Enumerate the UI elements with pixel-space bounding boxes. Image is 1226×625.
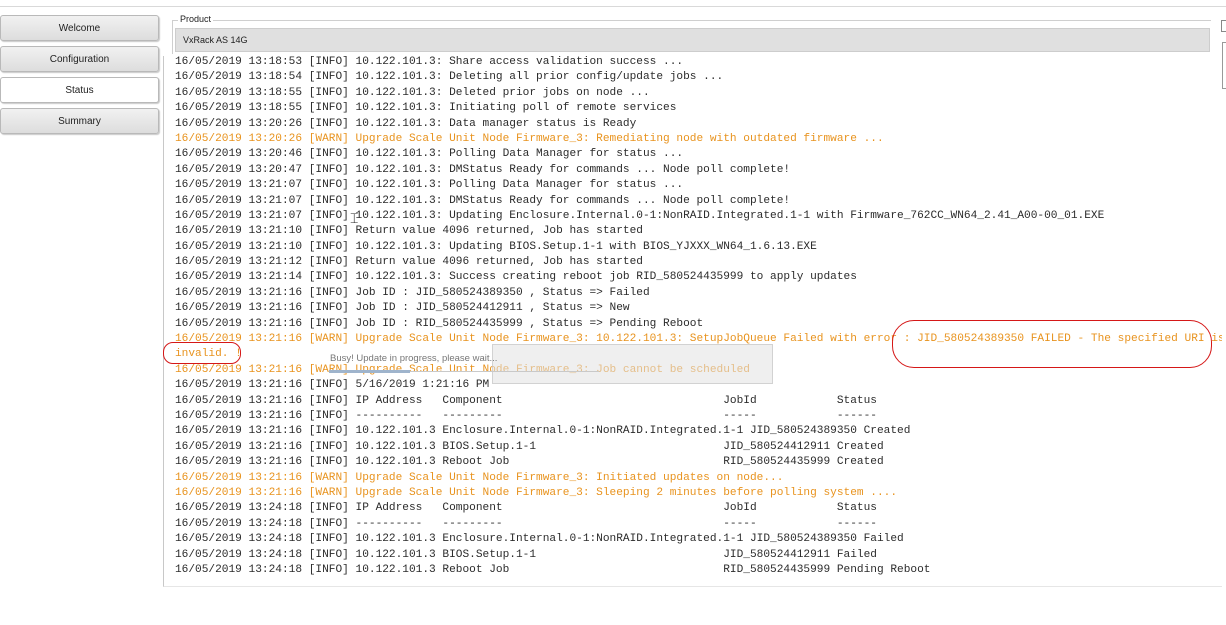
- log-line: 16/05/2019 13:18:53 [INFO] 10.122.101.3:…: [175, 56, 684, 68]
- product-label: Product: [178, 14, 214, 24]
- edge-panel: [1222, 42, 1226, 89]
- log-line: 16/05/2019 13:21:10 [INFO] 10.122.101.3:…: [175, 240, 817, 253]
- log-line: 16/05/2019 13:21:16 [INFO] Job ID : RID_…: [175, 317, 704, 330]
- top-divider: [0, 6, 1226, 7]
- log-line: 16/05/2019 13:24:18 [INFO] 10.122.101.3 …: [175, 563, 931, 576]
- log-line: 16/05/2019 13:21:16 [INFO] IP Address Co…: [175, 394, 877, 407]
- log-line: 16/05/2019 13:21:16 [INFO] Job ID : JID_…: [175, 286, 650, 299]
- log-line: 16/05/2019 13:21:07 [INFO] 10.122.101.3:…: [175, 194, 791, 207]
- log-line: 16/05/2019 13:20:46 [INFO] 10.122.101.3:…: [175, 148, 684, 161]
- nav-welcome-button[interactable]: Welcome: [0, 15, 159, 41]
- log-line: 16/05/2019 13:20:47 [INFO] 10.122.101.3:…: [175, 163, 791, 176]
- log-text: 16/05/2019 13:18:53 [INFO] 10.122.101.3:…: [175, 56, 1222, 578]
- log-line: 16/05/2019 13:21:07 [INFO] 10.122.101.3:…: [175, 209, 1105, 222]
- busy-message: Busy! Update in progress, please wait...: [330, 353, 498, 364]
- product-field: VxRack AS 14G: [175, 28, 1210, 52]
- log-line: 16/05/2019 13:21:16 [INFO] 10.122.101.3 …: [175, 425, 911, 438]
- busy-overlay: [492, 344, 773, 384]
- log-line: 16/05/2019 13:21:16 [INFO] 10.122.101.3 …: [175, 456, 884, 469]
- log-line: 16/05/2019 13:21:16 [INFO] 10.122.101.3 …: [175, 440, 884, 453]
- log-line: 16/05/2019 13:24:18 [INFO] IP Address Co…: [175, 502, 877, 515]
- nav-configuration-button[interactable]: Configuration: [0, 46, 159, 72]
- log-line: 16/05/2019 13:20:26 [INFO] 10.122.101.3:…: [175, 117, 637, 130]
- status-log-panel[interactable]: 16/05/2019 13:18:53 [INFO] 10.122.101.3:…: [163, 56, 1222, 587]
- log-line: 16/05/2019 13:18:54 [INFO] 10.122.101.3:…: [175, 71, 724, 84]
- busy-progress-bar: [329, 370, 410, 373]
- log-line: 16/05/2019 13:21:16 [INFO] ---------- --…: [175, 409, 877, 422]
- mouse-cursor-icon: ⌶: [350, 210, 359, 226]
- log-line: 16/05/2019 13:21:14 [INFO] 10.122.101.3:…: [175, 271, 857, 284]
- log-line: 16/05/2019 13:21:16 [WARN] Upgrade Scale…: [175, 486, 898, 499]
- log-line: 16/05/2019 13:21:16 [WARN] Upgrade Scale…: [175, 471, 784, 484]
- log-line: 16/05/2019 13:21:10 [INFO] Return value …: [175, 225, 643, 238]
- nav-summary-button[interactable]: Summary: [0, 108, 159, 134]
- nav-status-button[interactable]: Status: [0, 77, 159, 103]
- log-line: 16/05/2019 13:20:26 [WARN] Upgrade Scale…: [175, 132, 884, 145]
- log-line: 16/05/2019 13:18:55 [INFO] 10.122.101.3:…: [175, 102, 677, 115]
- edge-checkbox[interactable]: [1221, 20, 1226, 32]
- log-line: 16/05/2019 13:24:18 [INFO] ---------- --…: [175, 517, 877, 530]
- log-line: 16/05/2019 13:21:12 [INFO] Return value …: [175, 256, 643, 269]
- log-line: 16/05/2019 13:24:18 [INFO] 10.122.101.3 …: [175, 548, 877, 561]
- log-line: 16/05/2019 13:21:16 [INFO] Job ID : JID_…: [175, 302, 630, 315]
- wizard-nav: Welcome Configuration Status Summary: [0, 15, 162, 139]
- log-line: 16/05/2019 13:21:07 [INFO] 10.122.101.3:…: [175, 179, 684, 192]
- log-line: 16/05/2019 13:18:55 [INFO] 10.122.101.3:…: [175, 86, 650, 99]
- log-line: 16/05/2019 13:24:18 [INFO] 10.122.101.3 …: [175, 533, 904, 546]
